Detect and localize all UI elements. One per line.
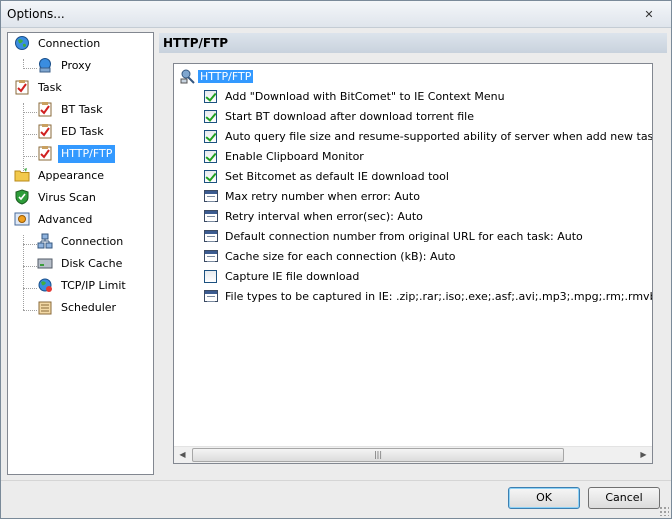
tree-item-label: Connection — [38, 37, 101, 50]
checkbox[interactable] — [204, 169, 217, 183]
tree-item-label: ED Task — [61, 125, 104, 138]
setting-row[interactable]: Cache size for each connection (kB): Aut… — [204, 248, 456, 266]
disk-icon — [37, 255, 53, 271]
tree-item-label: Connection — [61, 235, 124, 248]
scroll-right-icon[interactable]: ▶ — [635, 447, 652, 463]
setting-row[interactable]: Default connection number from original … — [204, 228, 583, 246]
http-ftp-icon — [180, 68, 196, 84]
tree-item-bt-task[interactable]: BT Task — [37, 101, 106, 119]
tree-item-label: Disk Cache — [61, 257, 123, 270]
setting-row[interactable]: Auto query file size and resume-supporte… — [204, 128, 653, 146]
setting-label: Cache size for each connection (kB): Aut… — [225, 250, 456, 263]
folder-icon — [14, 167, 30, 183]
scroll-thumb[interactable]: ||| — [192, 448, 564, 462]
horizontal-scrollbar[interactable]: ◀ ||| ▶ — [174, 446, 652, 463]
setting-label: File types to be captured in IE: .zip;.r… — [225, 290, 653, 303]
tree-connector — [23, 112, 37, 113]
globe-limit-icon — [37, 277, 53, 293]
tree-connector — [23, 288, 37, 289]
tree-item-virus-scan[interactable]: Virus Scan — [14, 189, 99, 207]
options-window: Options... ✕ Connection Proxy Task BT Ta… — [0, 0, 672, 519]
setting-label: Default connection number from original … — [225, 230, 583, 243]
globe-proxy-icon — [37, 57, 53, 73]
list-root[interactable]: HTTP/FTP — [180, 68, 254, 86]
tree-connector — [23, 310, 37, 311]
advanced-icon — [14, 211, 30, 227]
tree-item-label: BT Task — [61, 103, 103, 116]
setting-row[interactable]: File types to be captured in IE: .zip;.r… — [204, 288, 653, 306]
list-root-label: HTTP/FTP — [198, 70, 254, 83]
tree-item-task[interactable]: Task — [14, 79, 65, 97]
tree-item-disk-cache[interactable]: Disk Cache — [37, 255, 125, 273]
tree-item-label: Proxy — [61, 59, 92, 72]
setting-row[interactable]: Add "Download with BitComet" to IE Conte… — [204, 88, 505, 106]
setting-value-icon — [204, 210, 218, 222]
tree-connector — [23, 244, 37, 245]
checkbox[interactable] — [204, 109, 217, 123]
task-icon — [37, 145, 53, 161]
network-icon — [37, 233, 53, 249]
ok-button[interactable]: OK — [508, 487, 580, 509]
setting-row[interactable]: Max retry number when error: Auto — [204, 188, 420, 206]
tree-item-label: Advanced — [38, 213, 93, 226]
setting-label: Retry interval when error(sec): Auto — [225, 210, 423, 223]
setting-row[interactable]: Enable Clipboard Monitor — [204, 148, 364, 166]
checkbox[interactable] — [204, 89, 217, 103]
tree-item-connection[interactable]: Connection — [14, 35, 103, 53]
setting-value-icon — [204, 290, 218, 302]
globe-icon — [14, 35, 30, 51]
settings-list: HTTP/FTP Add "Download with BitComet" to… — [173, 63, 653, 464]
tree-item-appearance[interactable]: Appearance — [14, 167, 107, 185]
panel-header: HTTP/FTP — [159, 33, 667, 53]
tree-item-proxy[interactable]: Proxy — [37, 57, 94, 75]
tree-item-tcpip-limit[interactable]: TCP/IP Limit — [37, 277, 129, 295]
footer-separator — [1, 480, 671, 481]
tree-item-label: Virus Scan — [38, 191, 96, 204]
checkbox[interactable] — [204, 269, 217, 283]
task-icon — [14, 79, 30, 95]
scheduler-icon — [37, 299, 53, 315]
setting-label: Auto query file size and resume-supporte… — [225, 130, 653, 143]
setting-row[interactable]: Set Bitcomet as default IE download tool — [204, 168, 449, 186]
tree-item-label: Scheduler — [61, 301, 117, 314]
title-bar[interactable]: Options... ✕ — [1, 1, 671, 28]
setting-row[interactable]: Start BT download after download torrent… — [204, 108, 474, 126]
setting-label: Set Bitcomet as default IE download tool — [225, 170, 449, 183]
tree-item-label: TCP/IP Limit — [61, 279, 126, 292]
setting-label: Enable Clipboard Monitor — [225, 150, 364, 163]
tree-item-scheduler[interactable]: Scheduler — [37, 299, 119, 317]
setting-value-icon — [204, 230, 218, 242]
tree-item-http-ftp[interactable]: HTTP/FTP — [37, 145, 116, 163]
setting-label: Start BT download after download torrent… — [225, 110, 474, 123]
tree-connector — [23, 156, 37, 157]
tree-connector — [23, 235, 24, 310]
setting-row[interactable]: Capture IE file download — [204, 268, 359, 286]
window-title: Options... — [7, 7, 65, 21]
tree-item-label: HTTP/FTP — [58, 145, 116, 163]
tree-item-advanced[interactable]: Advanced — [14, 211, 95, 229]
tree-item-ed-task[interactable]: ED Task — [37, 123, 107, 141]
checkbox[interactable] — [204, 149, 217, 163]
setting-label: Max retry number when error: Auto — [225, 190, 420, 203]
options-tree: Connection Proxy Task BT Task ED Task HT — [7, 32, 154, 475]
tree-item-label: Task — [38, 81, 62, 94]
task-icon — [37, 123, 53, 139]
tree-connector — [23, 134, 37, 135]
tree-connector — [23, 68, 37, 69]
tree-item-advanced-connection[interactable]: Connection — [37, 233, 126, 251]
setting-value-icon — [204, 250, 218, 262]
shield-icon — [14, 189, 30, 205]
close-button[interactable]: ✕ — [641, 8, 657, 22]
task-icon — [37, 101, 53, 117]
cancel-button[interactable]: Cancel — [588, 487, 660, 509]
setting-label: Capture IE file download — [225, 270, 360, 283]
setting-value-icon — [204, 190, 218, 202]
tree-connector — [23, 266, 37, 267]
setting-label: Add "Download with BitComet" to IE Conte… — [225, 90, 505, 103]
setting-row[interactable]: Retry interval when error(sec): Auto — [204, 208, 423, 226]
scroll-left-icon[interactable]: ◀ — [174, 447, 191, 463]
resize-grip[interactable] — [659, 506, 669, 516]
tree-item-label: Appearance — [38, 169, 105, 182]
checkbox[interactable] — [204, 129, 217, 143]
